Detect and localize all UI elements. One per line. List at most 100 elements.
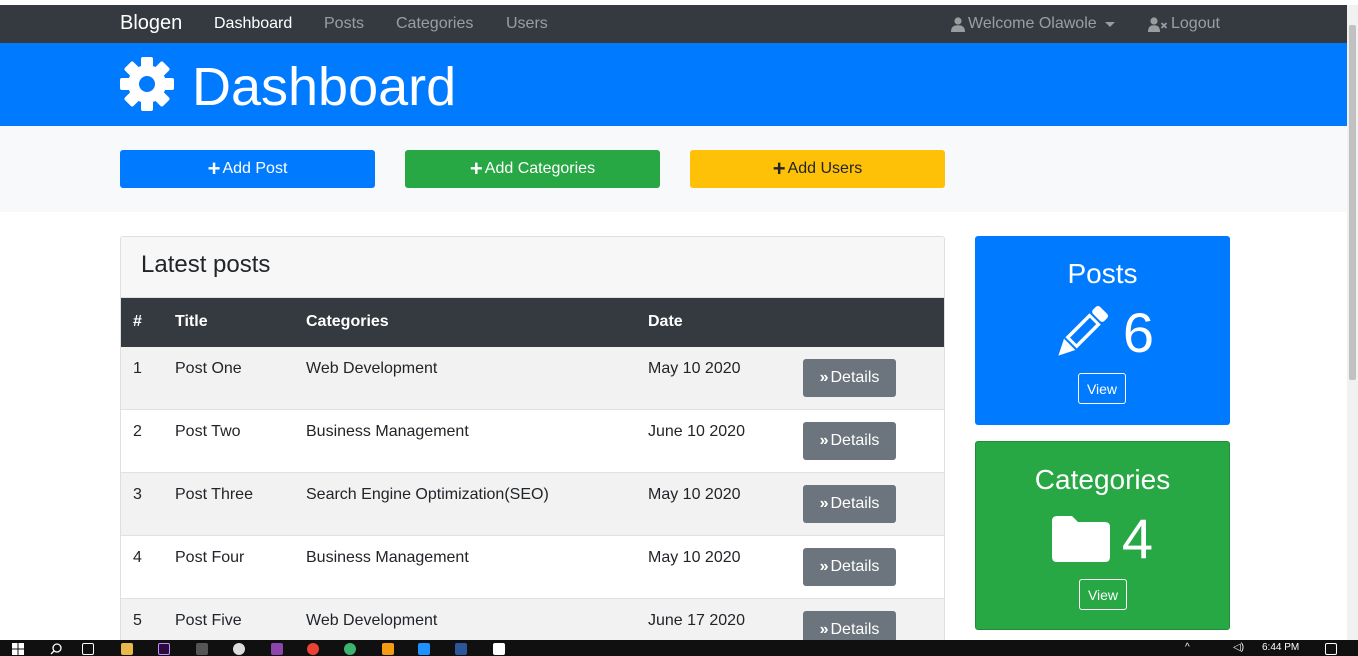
add-categories-button[interactable]: + Add Categories [405, 150, 660, 188]
search-icon[interactable] [50, 643, 62, 655]
sublime-icon[interactable] [382, 643, 394, 655]
angle-double-right-icon: » [819, 621, 829, 638]
details-label: Details [830, 621, 880, 638]
angle-double-right-icon: » [819, 432, 829, 449]
row-number: 5 [133, 612, 142, 629]
details-button[interactable]: » Details [803, 548, 896, 586]
pencil-icon [1058, 305, 1108, 356]
brand-logo[interactable]: Blogen [120, 12, 182, 35]
angle-double-right-icon: » [819, 495, 829, 512]
photos-icon[interactable] [493, 643, 505, 655]
posts-stat-title: Posts [1067, 258, 1138, 289]
row-number: 2 [133, 423, 142, 440]
categories-stat-value: 4 [976, 506, 1229, 571]
card-header: Latest posts [121, 237, 944, 298]
row-title: Post Three [175, 486, 253, 503]
categories-count: 4 [1121, 507, 1154, 570]
details-button[interactable]: » Details [803, 359, 896, 397]
posts-count: 6 [1122, 301, 1155, 364]
table-row: 4 Post Four Business Management May 10 2… [121, 536, 944, 599]
plus-icon: + [207, 156, 221, 181]
row-title: Post Two [175, 423, 241, 440]
task-view-icon[interactable] [82, 643, 94, 655]
details-label: Details [830, 432, 880, 449]
speaker-icon[interactable]: ◁) [1233, 642, 1244, 653]
table-row: 1 Post One Web Development May 10 2020 »… [121, 347, 944, 410]
app-icon[interactable] [233, 643, 245, 655]
row-date: June 17 2020 [648, 612, 745, 629]
latest-posts-card: Latest posts # Title Categories Date 1 P… [120, 236, 945, 646]
nav-categories[interactable]: Categories [396, 15, 473, 33]
details-label: Details [830, 558, 880, 575]
row-number: 3 [133, 486, 142, 503]
welcome-text: Welcome Olawole [968, 15, 1097, 32]
clock[interactable]: 6:44 PM [1262, 642, 1299, 653]
nav-users[interactable]: Users [506, 15, 548, 33]
row-date: May 10 2020 [648, 549, 741, 566]
row-number: 1 [133, 360, 142, 377]
col-categories: Categories [306, 313, 389, 330]
col-title: Title [175, 313, 208, 330]
row-title: Post One [175, 360, 242, 377]
plus-icon: + [469, 156, 483, 181]
gear-icon [120, 57, 174, 111]
details-label: Details [830, 369, 880, 386]
nav-posts[interactable]: Posts [324, 15, 364, 33]
app-icon[interactable] [344, 643, 356, 655]
row-category: Business Management [306, 423, 469, 440]
details-button[interactable]: » Details [803, 422, 896, 460]
col-number: # [133, 313, 142, 330]
table-row: 3 Post Three Search Engine Optimization(… [121, 473, 944, 536]
chrome-icon[interactable] [307, 643, 319, 655]
angle-double-right-icon: » [819, 369, 829, 386]
table-row: 5 Post Five Web Development June 17 2020… [121, 599, 944, 645]
user-icon [951, 16, 965, 32]
user-dropdown[interactable]: Welcome Olawole [951, 15, 1115, 33]
card-title: Latest posts [141, 251, 271, 278]
action-bar: + Add Post + Add Categories + Add Users [0, 126, 1347, 212]
add-categories-label: Add Categories [484, 160, 596, 177]
categories-stat-card: Categories 4 View [975, 441, 1230, 630]
logout-label: Logout [1171, 15, 1220, 32]
folder-icon [1051, 515, 1110, 562]
scrollbar-thumb[interactable] [1349, 25, 1356, 380]
file-explorer-icon[interactable] [121, 643, 133, 655]
row-title: Post Five [175, 612, 242, 629]
vertical-scrollbar[interactable] [1347, 5, 1358, 640]
app-icon[interactable] [196, 643, 208, 655]
categories-stat-title: Categories [1034, 464, 1171, 495]
page-header: Dashboard [0, 43, 1347, 126]
word-icon[interactable] [455, 643, 467, 655]
table-row: 2 Post Two Business Management June 10 2… [121, 410, 944, 473]
row-category: Web Development [306, 612, 438, 629]
row-category: Business Management [306, 549, 469, 566]
posts-stat-card: Posts 6 View [975, 236, 1230, 425]
categories-view-button[interactable]: View [1079, 579, 1127, 610]
notifications-icon[interactable] [1325, 643, 1337, 655]
add-post-label: Add Post [222, 160, 288, 177]
app-icon[interactable] [271, 643, 283, 655]
details-button[interactable]: » Details [803, 485, 896, 523]
windows-start-icon[interactable] [12, 643, 24, 655]
row-category: Web Development [306, 360, 438, 377]
angle-double-right-icon: » [819, 558, 829, 575]
add-users-button[interactable]: + Add Users [690, 150, 945, 188]
chevron-up-icon[interactable]: ^ [1185, 642, 1190, 653]
page-title: Dashboard [192, 57, 457, 117]
posts-stat-value: 6 [975, 300, 1230, 365]
vscode-icon[interactable] [418, 643, 430, 655]
top-navbar: Blogen Dashboard Posts Categories Users … [0, 5, 1358, 43]
add-users-label: Add Users [787, 160, 863, 177]
row-date: May 10 2020 [648, 360, 741, 377]
row-title: Post Four [175, 549, 245, 566]
premiere-icon[interactable] [158, 643, 170, 655]
posts-view-button[interactable]: View [1078, 373, 1126, 404]
row-date: May 10 2020 [648, 486, 741, 503]
row-number: 4 [133, 549, 142, 566]
table-header: # Title Categories Date [121, 298, 944, 347]
logout-link[interactable]: Logout [1148, 15, 1220, 33]
nav-dashboard[interactable]: Dashboard [214, 15, 292, 33]
row-category: Search Engine Optimization(SEO) [306, 486, 549, 503]
add-post-button[interactable]: + Add Post [120, 150, 375, 188]
user-times-icon [1148, 16, 1168, 32]
